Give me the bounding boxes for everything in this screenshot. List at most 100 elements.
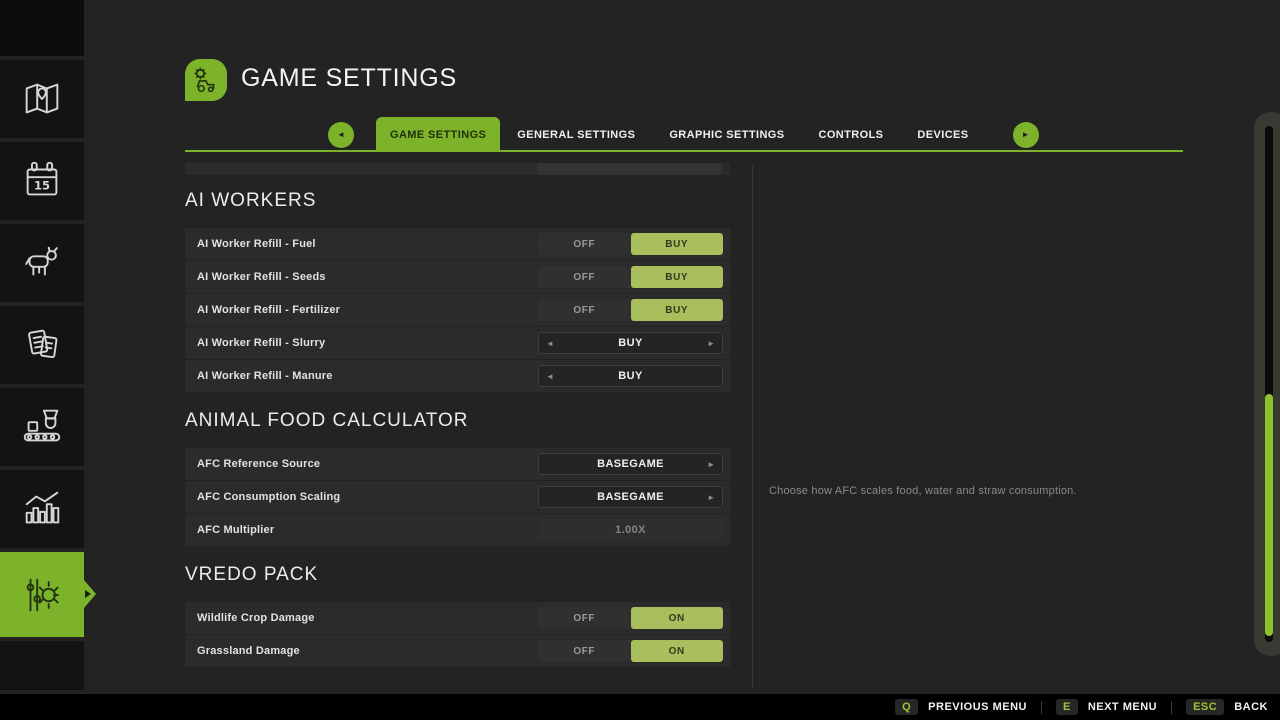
sidebar-item-calendar[interactable]: 15 xyxy=(0,142,84,220)
footer-separator xyxy=(1041,701,1042,714)
selector-right-arrow-icon[interactable]: ► xyxy=(707,453,715,475)
tab-graphic-settings[interactable]: GRAPHIC SETTINGS xyxy=(652,117,801,152)
selector-ai-worker-refill-manure[interactable]: BUY xyxy=(538,365,723,387)
production-icon xyxy=(19,404,65,450)
sidebar-item-settings[interactable] xyxy=(0,552,84,637)
toggle-ai-worker-refill-seeds: OFFBUY xyxy=(538,266,723,288)
toggle-option-on[interactable]: ON xyxy=(631,640,724,662)
toggle-option-buy[interactable]: BUY xyxy=(631,266,724,288)
sidebar-item-animals[interactable] xyxy=(0,224,84,302)
keycap-q: Q xyxy=(895,699,918,715)
setting-row-ai-worker-refill-fertilizer: AI Worker Refill - Fertilizer OFFBUY xyxy=(185,294,730,326)
sidebar-active-pointer-dot xyxy=(85,590,91,598)
tabs-prev-button[interactable]: ◄ xyxy=(328,122,354,148)
setting-row-ai-worker-refill-seeds: AI Worker Refill - SeedsOFFBUY xyxy=(185,261,730,293)
tab-general-settings[interactable]: GENERAL SETTINGS xyxy=(500,117,652,152)
setting-control: OFFON xyxy=(538,640,723,662)
scrolled-partial-row xyxy=(185,163,730,175)
page-title: GAME SETTINGS xyxy=(241,64,457,93)
footer-hint-bar: Q PREVIOUS MENU E NEXT MENU ESC BACK xyxy=(0,694,1280,720)
tab-underline xyxy=(185,150,1183,152)
arrow-left-icon: ◄ xyxy=(337,130,345,139)
tab-game-settings[interactable]: GAME SETTINGS xyxy=(376,117,500,152)
toggle-option-off[interactable]: OFF xyxy=(538,607,631,629)
toggle-ai-worker-refill-fuel: OFFBUY xyxy=(538,233,723,255)
selector-left-arrow-icon[interactable]: ◄ xyxy=(546,365,554,387)
footer-separator xyxy=(1171,701,1172,714)
finances-icon xyxy=(19,322,65,368)
setting-row-ai-worker-refill-fuel: AI Worker Refill - Fuel OFFBUY xyxy=(185,228,730,260)
setting-control: OFFBUY xyxy=(538,266,723,288)
toggle-wildlife-crop-damage: OFFON xyxy=(538,607,723,629)
setting-label: AI Worker Refill - Fertilizer xyxy=(185,304,340,316)
toggle-option-off[interactable]: OFF xyxy=(538,233,631,255)
sidebar-top-box xyxy=(0,0,84,56)
keycap-esc: ESC xyxy=(1186,699,1224,715)
tabs-next-button[interactable]: ► xyxy=(1013,122,1039,148)
setting-help-text: Choose how AFC scales food, water and st… xyxy=(769,485,1209,497)
footer-hint-next-menu[interactable]: E NEXT MENU xyxy=(1056,699,1157,715)
setting-row-ai-worker-refill-manure: AI Worker Refill - Manure BUY◄ xyxy=(185,360,730,392)
setting-label: AI Worker Refill - Manure xyxy=(185,370,333,382)
setting-row-afc-consumption-scaling: AFC Consumption ScalingBASEGAME► xyxy=(185,481,730,513)
toggle-option-on[interactable]: ON xyxy=(631,607,724,629)
setting-row-ai-worker-refill-slurry: AI Worker Refill - Slurry BUY◄ ► xyxy=(185,327,730,359)
tab-bar: ◄ GAME SETTINGSGENERAL SETTINGSGRAPHIC S… xyxy=(185,117,1183,152)
toggle-option-off[interactable]: OFF xyxy=(538,640,631,662)
setting-control: BASEGAME► xyxy=(538,486,723,508)
game-settings-app-icon xyxy=(185,59,227,101)
setting-label: Grassland Damage xyxy=(185,645,300,657)
setting-label: AFC Reference Source xyxy=(185,458,320,470)
setting-row-wildlife-crop-damage: Wildlife Crop Damage OFFON xyxy=(185,602,730,634)
toggle-option-off[interactable]: OFF xyxy=(538,299,631,321)
panel-divider xyxy=(752,166,753,688)
setting-control: BUY◄ xyxy=(538,365,723,387)
calendar-icon: 15 xyxy=(19,158,65,204)
footer-hint-previous-menu[interactable]: Q PREVIOUS MENU xyxy=(895,699,1027,715)
selector-left-arrow-icon[interactable]: ◄ xyxy=(546,332,554,354)
setting-label: AI Worker Refill - Slurry xyxy=(185,337,325,349)
selector-afc-consumption-scaling[interactable]: BASEGAME xyxy=(538,486,723,508)
section-title-animal-food-calculator: ANIMAL FOOD CALCULATOR xyxy=(185,406,730,436)
selector-afc-reference-source[interactable]: BASEGAME xyxy=(538,453,723,475)
setting-control: OFFON xyxy=(538,607,723,629)
selector-ai-worker-refill-slurry[interactable]: BUY xyxy=(538,332,723,354)
toggle-grassland-damage: OFFON xyxy=(538,640,723,662)
tab-controls[interactable]: CONTROLS xyxy=(802,117,901,152)
toggle-option-buy[interactable]: BUY xyxy=(631,299,724,321)
toggle-option-buy[interactable]: BUY xyxy=(631,233,724,255)
setting-row-afc-reference-source: AFC Reference Source BASEGAME► xyxy=(185,448,730,480)
svg-text:15: 15 xyxy=(34,179,50,193)
selector-right-arrow-icon[interactable]: ► xyxy=(707,486,715,508)
sidebar-item-statistics[interactable] xyxy=(0,470,84,548)
scrollbar-thumb[interactable] xyxy=(1265,394,1273,636)
hint-label: NEXT MENU xyxy=(1088,701,1157,713)
scrolled-partial-control xyxy=(537,163,722,175)
setting-control: OFFBUY xyxy=(538,299,723,321)
footer-hint-back[interactable]: ESC BACK xyxy=(1186,699,1268,715)
keycap-e: E xyxy=(1056,699,1078,715)
sidebar-item-map[interactable] xyxy=(0,60,84,138)
sidebar-item-finances[interactable] xyxy=(0,306,84,384)
arrow-right-icon: ► xyxy=(1022,130,1030,139)
setting-control: 1.00X xyxy=(538,519,723,541)
sidebar: 15 xyxy=(0,0,84,694)
statistics-icon xyxy=(19,486,65,532)
map-icon xyxy=(19,76,65,122)
setting-label: AI Worker Refill - Fuel xyxy=(185,238,316,250)
tab-devices[interactable]: DEVICES xyxy=(900,117,985,152)
readonly-value-afc-multiplier: 1.00X xyxy=(538,519,723,541)
setting-label: Wildlife Crop Damage xyxy=(185,612,315,624)
selector-right-arrow-icon[interactable]: ► xyxy=(707,332,715,354)
sidebar-item-production[interactable] xyxy=(0,388,84,466)
section-title-vredo-pack: VREDO PACK xyxy=(185,560,730,590)
toggle-ai-worker-refill-fertilizer: OFFBUY xyxy=(538,299,723,321)
setting-control: BUY◄ ► xyxy=(538,332,723,354)
settings-list: AI WORKERSAI Worker Refill - FuelOFFBUYA… xyxy=(185,163,730,668)
setting-control: OFFBUY xyxy=(538,233,723,255)
hint-label: PREVIOUS MENU xyxy=(928,701,1027,713)
sidebar-filler-cell xyxy=(0,641,84,690)
toggle-option-off[interactable]: OFF xyxy=(538,266,631,288)
animals-icon xyxy=(19,240,65,286)
hint-label: BACK xyxy=(1234,701,1268,713)
